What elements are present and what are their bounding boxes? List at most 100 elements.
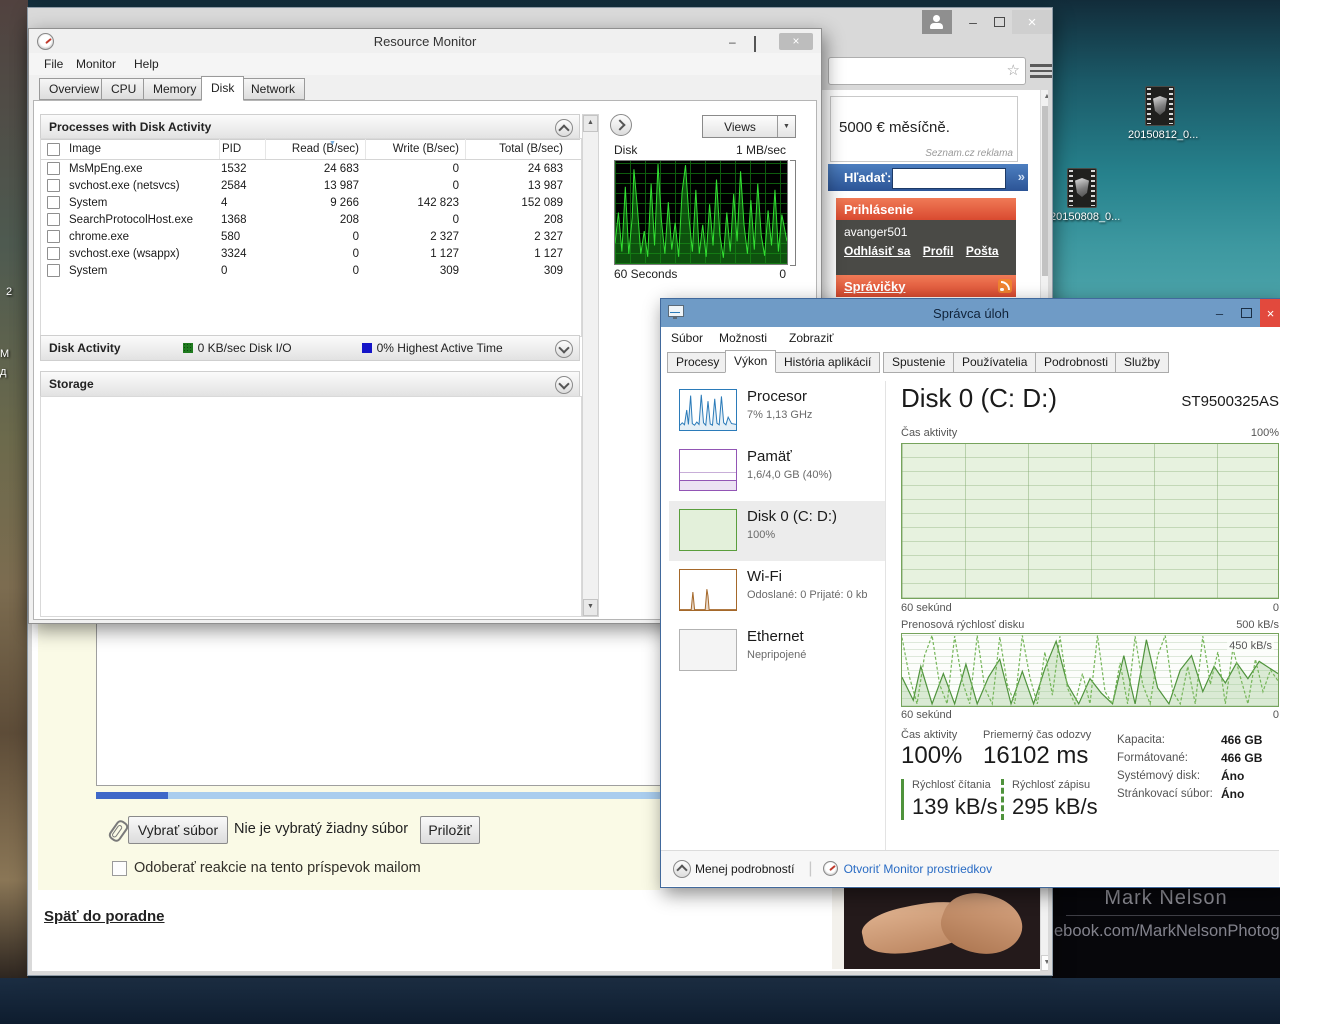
subscribe-checkbox[interactable] (112, 861, 127, 876)
wot-shield-icon (1153, 96, 1167, 115)
scroll-up-icon[interactable]: ▲ (1041, 90, 1048, 104)
col-read[interactable]: Read (B/sec) (265, 139, 365, 159)
news-title-link[interactable]: Správičky (844, 279, 905, 294)
col-pid[interactable]: PID (219, 139, 265, 159)
transfer-max: 500 kB/s (1236, 619, 1279, 631)
disk-activity-section-header[interactable]: Disk Activity 0 KB/sec Disk I/O 0% Highe… (40, 335, 580, 361)
browser-minimize-button[interactable]: – (960, 10, 986, 34)
maximize-button[interactable] (1233, 299, 1260, 327)
no-file-text: Nie je vybratý žiadny súbor (234, 821, 409, 837)
sidebar-item-cpu[interactable]: Procesor 7% 1,13 GHz (669, 381, 885, 441)
desktop-icon-video-1[interactable]: 20150812_0... (1128, 86, 1198, 141)
processes-table: ▼ Image PID Read (B/sec) Write (B/sec) T… (40, 138, 582, 337)
browser-address-bar[interactable]: ☆ (828, 57, 1026, 85)
minimize-button[interactable]: – (729, 36, 736, 48)
row-checkbox[interactable] (47, 213, 60, 226)
panel-collapse-button[interactable] (610, 114, 632, 136)
col-write[interactable]: Write (B/sec) (365, 139, 465, 159)
profile-link[interactable]: Profil (923, 244, 954, 258)
task-manager-titlebar[interactable]: Správca úloh – × (661, 299, 1280, 327)
menu-subor[interactable]: Súbor (671, 331, 703, 345)
tab-vykon[interactable]: Výkon (725, 350, 777, 373)
collapse-button[interactable] (555, 119, 573, 137)
expand-button[interactable] (555, 340, 573, 358)
row-checkbox[interactable] (47, 179, 60, 192)
back-to-forum-link[interactable]: Späť do poradne (44, 908, 165, 925)
browser-menu-button[interactable] (1030, 60, 1052, 82)
browser-maximize-button[interactable] (986, 10, 1012, 34)
search-input[interactable] (892, 168, 1006, 189)
expand-button[interactable] (555, 376, 573, 394)
row-checkbox[interactable] (47, 162, 60, 175)
x-axis-label: 60 sekúnd (901, 602, 952, 614)
desktop-icon-label-fragment: 2 (6, 286, 13, 298)
rss-icon[interactable] (998, 279, 1012, 293)
scroll-up-icon[interactable]: ▲ (583, 115, 598, 132)
menu-zobrazit[interactable]: Zobraziť (789, 331, 834, 345)
graph-scale-bracket (790, 160, 796, 266)
tab-podrobnosti[interactable]: Podrobnosti (1035, 352, 1118, 373)
processes-section-header[interactable]: Processes with Disk Activity (40, 114, 580, 140)
search-submit-button[interactable]: » (1018, 169, 1025, 184)
stat-active-value: 100% (901, 742, 963, 769)
sidebar-item-wifi[interactable]: Wi-Fi Odoslané: 0 Prijaté: 0 kb (669, 561, 885, 621)
menu-file[interactable]: File (44, 57, 63, 71)
scroll-down-icon[interactable]: ▼ (583, 599, 598, 616)
less-details-button[interactable] (673, 859, 691, 878)
tab-spustenie[interactable]: Spustenie (883, 352, 955, 373)
tab-memory[interactable]: Memory (143, 78, 207, 100)
task-manager-menubar: Súbor Možnosti Zobraziť (661, 328, 1280, 350)
tab-pouzivatelia[interactable]: Používatelia (953, 352, 1037, 373)
memory-mini-chart (679, 449, 737, 491)
window-title: Resource Monitor (373, 33, 477, 49)
desktop-icon-video-2[interactable]: 20150808_0... (1050, 168, 1120, 223)
tab-procesy[interactable]: Procesy (667, 352, 729, 373)
maximize-button[interactable] (754, 36, 756, 52)
attach-button[interactable]: Priložiť (420, 816, 480, 844)
scroll-down-icon[interactable]: ▼ (1041, 955, 1048, 971)
close-button[interactable]: × (1260, 299, 1280, 327)
row-checkbox[interactable] (47, 196, 60, 209)
choose-file-button[interactable]: Vybrať súbor (128, 816, 228, 844)
resource-monitor-titlebar[interactable]: Resource Monitor – × (29, 29, 821, 53)
select-all-checkbox[interactable] (47, 142, 60, 156)
minimize-button[interactable]: – (1206, 299, 1233, 327)
tab-historia[interactable]: História aplikácií (775, 352, 881, 373)
processes-scrollbar[interactable]: ▲ ▼ (582, 114, 599, 617)
scrollbar-thumb[interactable] (1042, 106, 1048, 276)
browser-profile-button[interactable] (922, 10, 952, 34)
menu-moznosti[interactable]: Možnosti (719, 331, 767, 345)
write-speed-stat: Rýchlosť zápisu 295 kB/s (1001, 779, 1098, 820)
mail-link[interactable]: Pošta (966, 244, 999, 258)
stat-response-value: 16102 ms (983, 742, 1089, 769)
row-checkbox[interactable] (47, 230, 60, 243)
process-row: System 4 9 266 142 823 152 089 (41, 194, 581, 211)
tab-network[interactable]: Network (241, 78, 306, 100)
menu-monitor[interactable]: Monitor (76, 57, 116, 71)
row-checkbox[interactable] (47, 264, 60, 277)
sidebar-item-memory[interactable]: Pamäť 1,6/4,0 GB (40%) (669, 441, 885, 501)
logout-link[interactable]: Odhlásiť sa (844, 244, 910, 258)
col-image[interactable]: Image (67, 143, 219, 155)
active-time-swatch-icon (361, 343, 372, 353)
open-resource-monitor-link[interactable]: Otvoriť Monitor prostriedkov (844, 862, 993, 876)
less-details-label[interactable]: Menej podrobností (695, 862, 794, 876)
col-total[interactable]: Total (B/sec) (465, 139, 569, 159)
storage-section-header[interactable]: Storage (40, 371, 580, 397)
views-dropdown[interactable]: Views ▼ (702, 115, 796, 138)
tab-overview[interactable]: Overview (39, 78, 110, 100)
sidebar-item-ethernet[interactable]: Ethernet Nepripojené (669, 621, 885, 681)
browser-close-button[interactable]: × (1012, 10, 1052, 34)
sidebar-item-disk[interactable]: Disk 0 (C: D:) 100% (669, 501, 885, 561)
close-button[interactable]: × (779, 33, 813, 50)
tab-sluzby[interactable]: Služby (1115, 352, 1170, 373)
ad-text: 5000 € měsíčně. (839, 119, 950, 136)
menu-help[interactable]: Help (134, 57, 159, 71)
ad-banner[interactable]: 5000 € měsíčně. Seznam.cz reklama (830, 96, 1018, 162)
transfer-rate-chart: 450 kB/s (901, 633, 1279, 707)
subscribe-label: Odoberať reakcie na tento príspevok mail… (134, 860, 421, 876)
row-checkbox[interactable] (47, 247, 60, 260)
tab-disk[interactable]: Disk (201, 76, 245, 101)
bookmark-star-icon[interactable]: ☆ (1007, 61, 1020, 79)
tab-cpu[interactable]: CPU (101, 78, 147, 100)
